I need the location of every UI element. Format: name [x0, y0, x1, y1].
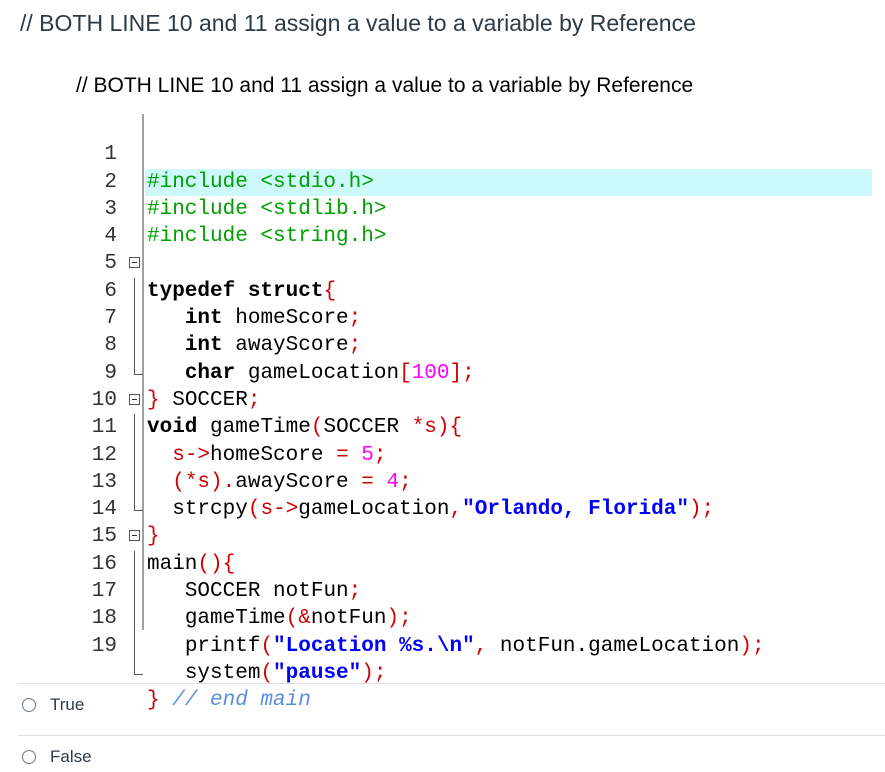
code-line-18: 18 system("pause");: [75, 578, 872, 685]
code-line-17: 17 printf("Location %s.\n", notFun.gameL…: [75, 551, 872, 658]
code-line-5: 5 int homeScore;: [75, 223, 872, 330]
radio-false[interactable]: [22, 750, 36, 764]
code-image: // BOTH LINE 10 and 11 assign a value to…: [72, 72, 872, 713]
code-line-10: 10 s->homeScore = 5;: [75, 360, 872, 467]
code-line-13: 13 }: [75, 442, 872, 549]
code-line-9: 9 void gameTime(SOCCER *s){: [75, 332, 872, 440]
code-line-7: 7 char gameLocation[100];: [75, 278, 872, 385]
code-line-15: 15 SOCCER notFun;: [75, 496, 872, 603]
code-line-19: 19 } // end main: [75, 605, 872, 713]
image-caption: // BOTH LINE 10 and 11 assign a value to…: [76, 74, 694, 97]
radio-true[interactable]: [22, 698, 36, 712]
code-line-1: 1 #include <stdio.h>: [75, 114, 872, 196]
code-line-8: 8 } SOCCER;: [75, 305, 872, 412]
code-line-16: 16 gameTime(&notFun);: [75, 523, 872, 631]
code-line-11: 11 (*s).awayScore = 4;: [75, 387, 872, 494]
line-number: 19: [91, 634, 117, 658]
answer-option-true[interactable]: True: [22, 695, 84, 715]
answer-divider: [18, 683, 885, 684]
code-line-14: 14 main(){: [75, 469, 872, 576]
code-line-4: 4 typedef struct{: [75, 196, 872, 303]
answer-divider: [18, 735, 885, 736]
code-listing: 1 #include <stdio.h> 2 #include <stdlib.…: [75, 114, 872, 713]
code-line-2: 2 #include <stdlib.h>: [75, 141, 872, 221]
question-text: // BOTH LINE 10 and 11 assign a value to…: [20, 10, 696, 36]
code-line-3: 3 #include <string.h>: [75, 169, 872, 248]
answer-label-true: True: [50, 695, 85, 714]
answer-label-false: False: [50, 747, 92, 766]
answer-option-false[interactable]: False: [22, 747, 92, 767]
code-line-12: 12 strcpy(s->gameLocation,"Orlando, Flor…: [75, 414, 872, 522]
code-line-6: 6 int awayScore;: [75, 250, 872, 358]
